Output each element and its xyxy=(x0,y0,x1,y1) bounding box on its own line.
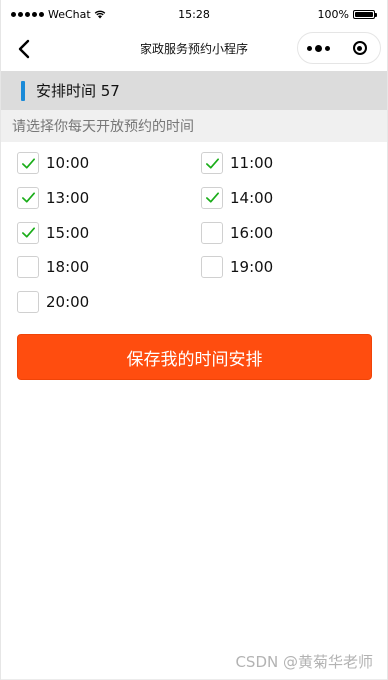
checkmark-icon xyxy=(21,227,35,238)
chevron-left-icon xyxy=(18,39,30,59)
save-schedule-button[interactable]: 保存我的时间安排 xyxy=(17,334,372,380)
time-slot-checkbox[interactable]: 13:00 xyxy=(17,184,201,212)
watermark: CSDN @黄菊华老师 xyxy=(235,653,373,671)
wifi-icon xyxy=(94,10,105,19)
back-button[interactable] xyxy=(9,34,39,64)
more-dots-icon xyxy=(307,45,312,51)
status-bar: WeChat 15:28 100% xyxy=(1,0,387,28)
time-slot-grid: 10:00 11:00 13:00 14:00 15:00 16:00 18:00 19:00… xyxy=(17,149,377,323)
battery-level-fill xyxy=(355,11,373,17)
time-slot-checkbox[interactable]: 19:00 xyxy=(201,253,377,281)
checkbox-box[interactable] xyxy=(17,256,39,279)
section-accent-bar xyxy=(21,80,25,101)
time-slot-checkbox[interactable]: 16:00 xyxy=(201,219,377,247)
close-button[interactable] xyxy=(339,33,380,63)
battery-status: 100% xyxy=(317,7,377,21)
checkbox-box[interactable] xyxy=(201,186,223,209)
more-dots-icon xyxy=(315,44,322,52)
battery-percent: 100% xyxy=(317,7,349,21)
more-dots-icon xyxy=(325,45,330,51)
time-slot-checkbox[interactable]: 14:00 xyxy=(201,184,377,212)
carrier-name: WeChat xyxy=(48,7,91,21)
time-slot-checkbox[interactable]: 20:00 xyxy=(17,288,201,316)
checkmark-icon xyxy=(205,157,219,169)
phone-screen: WeChat 15:28 100% 家政服务预约小程序 安排时间 57 请选择你… xyxy=(0,0,388,680)
battery-icon xyxy=(353,9,377,19)
navigation-bar: 家政服务预约小程序 xyxy=(1,28,387,70)
checkbox-box[interactable] xyxy=(17,152,39,174)
time-slot-label: 15:00 xyxy=(46,223,90,242)
signal-strength-icon xyxy=(11,11,44,17)
time-slot-label: 19:00 xyxy=(230,258,274,277)
checkbox-box[interactable] xyxy=(201,221,223,244)
time-slot-checkbox[interactable]: 18:00 xyxy=(17,253,201,281)
checkmark-icon xyxy=(21,192,35,203)
time-slot-label: 13:00 xyxy=(46,188,90,207)
checkbox-box[interactable] xyxy=(201,152,223,174)
checkmark-icon xyxy=(205,192,219,203)
time-slot-checkbox[interactable]: 11:00 xyxy=(201,149,377,177)
time-slot-checkbox[interactable]: 10:00 xyxy=(17,149,201,177)
section-title: 安排时间 57 xyxy=(36,82,120,100)
time-slot-checkbox[interactable]: 15:00 xyxy=(17,219,201,247)
target-circle-icon xyxy=(352,41,367,55)
instruction-text: 请选择你每天开放预约的时间 xyxy=(1,110,387,142)
time-slot-label: 20:00 xyxy=(46,293,90,311)
checkbox-box[interactable] xyxy=(17,291,39,313)
checkbox-box[interactable] xyxy=(17,186,39,209)
checkbox-box[interactable] xyxy=(201,256,223,279)
time-slot-label: 10:00 xyxy=(46,154,90,172)
mini-program-capsule xyxy=(297,32,381,64)
time-slot-label: 18:00 xyxy=(46,258,90,277)
time-slot-label: 11:00 xyxy=(230,154,274,172)
section-header: 安排时间 57 xyxy=(1,71,387,110)
checkmark-icon xyxy=(21,157,35,169)
more-button[interactable] xyxy=(298,33,339,63)
checkbox-box[interactable] xyxy=(17,221,39,244)
time-slot-label: 14:00 xyxy=(230,188,274,207)
time-slot-label: 16:00 xyxy=(230,223,274,242)
